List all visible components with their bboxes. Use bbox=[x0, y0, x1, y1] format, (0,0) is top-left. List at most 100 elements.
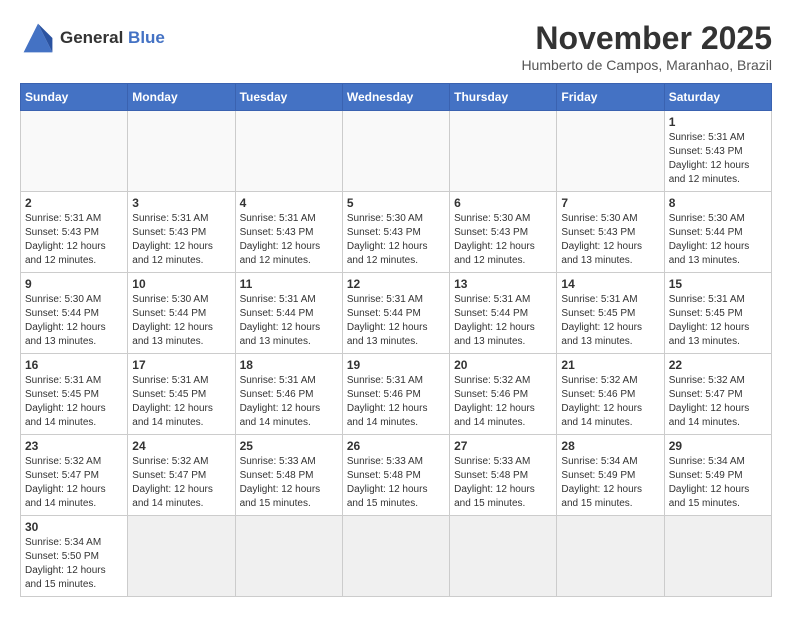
day-number: 27 bbox=[454, 439, 552, 453]
day-number: 3 bbox=[132, 196, 230, 210]
calendar-cell bbox=[342, 516, 449, 597]
day-number: 22 bbox=[669, 358, 767, 372]
calendar-cell bbox=[450, 516, 557, 597]
calendar-cell: 8Sunrise: 5:30 AM Sunset: 5:44 PM Daylig… bbox=[664, 192, 771, 273]
day-number: 18 bbox=[240, 358, 338, 372]
calendar-week-2: 2 Sunrise: 5:31 AM Sunset: 5:43 PM Daylig… bbox=[21, 192, 772, 273]
weekday-header-friday: Friday bbox=[557, 84, 664, 111]
day-number: 16 bbox=[25, 358, 123, 372]
day-number: 20 bbox=[454, 358, 552, 372]
day-number: 21 bbox=[561, 358, 659, 372]
calendar-cell bbox=[235, 516, 342, 597]
day-info: Sunrise: 5:31 AM Sunset: 5:44 PM Dayligh… bbox=[454, 293, 552, 349]
logo-line1: General bbox=[60, 28, 123, 47]
logo-icon bbox=[20, 20, 56, 56]
calendar-cell: 13 Sunrise: 5:31 AM Sunset: 5:44 PM Dayli… bbox=[450, 273, 557, 354]
calendar-cell: 18 Sunrise: 5:31 AM Sunset: 5:46 PM Dayli… bbox=[235, 354, 342, 435]
calendar-cell bbox=[342, 111, 449, 192]
month-year-title: November 2025 bbox=[521, 20, 772, 57]
calendar-cell: 28 Sunrise: 5:34 AM Sunset: 5:49 PM Dayli… bbox=[557, 435, 664, 516]
day-info: Sunrise: 5:32 AM Sunset: 5:46 PM Dayligh… bbox=[561, 374, 659, 430]
day-info: Sunrise: 5:31 AM Sunset: 5:45 PM Dayligh… bbox=[669, 293, 767, 349]
logo-line2: Blue bbox=[128, 28, 165, 47]
calendar-cell: 4Sunrise: 5:31 AM Sunset: 5:43 PM Daylig… bbox=[235, 192, 342, 273]
title-block: November 2025 Humberto de Campos, Maranh… bbox=[521, 20, 772, 73]
day-info: Sunrise: 5:31 AM Sunset: 5:45 PM Dayligh… bbox=[132, 374, 230, 430]
day-info: Sunrise: 5:31 AM Sunset: 5:43 PM Dayligh… bbox=[132, 212, 230, 268]
day-info: Sunrise: 5:33 AM Sunset: 5:48 PM Dayligh… bbox=[347, 455, 445, 511]
calendar-cell: 7 Sunrise: 5:30 AM Sunset: 5:43 PM Daylig… bbox=[557, 192, 664, 273]
day-info: Sunrise: 5:31 AM Sunset: 5:43 PM Dayligh… bbox=[25, 212, 123, 268]
day-number: 19 bbox=[347, 358, 445, 372]
calendar-cell: 10 Sunrise: 5:30 AM Sunset: 5:44 PM Dayli… bbox=[128, 273, 235, 354]
weekday-header-thursday: Thursday bbox=[450, 84, 557, 111]
day-number: 12 bbox=[347, 277, 445, 291]
weekday-header-tuesday: Tuesday bbox=[235, 84, 342, 111]
day-info: Sunrise: 5:32 AM Sunset: 5:47 PM Dayligh… bbox=[132, 455, 230, 511]
calendar-cell: 9Sunrise: 5:30 AM Sunset: 5:44 PM Daylig… bbox=[21, 273, 128, 354]
location-subtitle: Humberto de Campos, Maranhao, Brazil bbox=[521, 57, 772, 73]
day-info: Sunrise: 5:31 AM Sunset: 5:46 PM Dayligh… bbox=[240, 374, 338, 430]
calendar-cell: 12 Sunrise: 5:31 AM Sunset: 5:44 PM Dayli… bbox=[342, 273, 449, 354]
logo: General Blue bbox=[20, 20, 165, 56]
day-number: 13 bbox=[454, 277, 552, 291]
day-info: Sunrise: 5:34 AM Sunset: 5:50 PM Dayligh… bbox=[25, 536, 123, 592]
day-info: Sunrise: 5:30 AM Sunset: 5:44 PM Dayligh… bbox=[132, 293, 230, 349]
calendar-week-6: 30 Sunrise: 5:34 AM Sunset: 5:50 PM Dayli… bbox=[21, 516, 772, 597]
calendar-cell: 17 Sunrise: 5:31 AM Sunset: 5:45 PM Dayli… bbox=[128, 354, 235, 435]
calendar-cell bbox=[235, 111, 342, 192]
day-info: Sunrise: 5:31 AM Sunset: 5:44 PM Dayligh… bbox=[240, 293, 338, 349]
calendar-cell: 30 Sunrise: 5:34 AM Sunset: 5:50 PM Dayli… bbox=[21, 516, 128, 597]
day-info: Sunrise: 5:31 AM Sunset: 5:45 PM Dayligh… bbox=[25, 374, 123, 430]
calendar-cell: 24 Sunrise: 5:32 AM Sunset: 5:47 PM Dayli… bbox=[128, 435, 235, 516]
day-info: Sunrise: 5:31 AM Sunset: 5:43 PM Dayligh… bbox=[669, 131, 767, 187]
calendar-cell: 1 Sunrise: 5:31 AM Sunset: 5:43 PM Daylig… bbox=[664, 111, 771, 192]
calendar-week-1: 1 Sunrise: 5:31 AM Sunset: 5:43 PM Daylig… bbox=[21, 111, 772, 192]
day-number: 28 bbox=[561, 439, 659, 453]
day-info: Sunrise: 5:33 AM Sunset: 5:48 PM Dayligh… bbox=[454, 455, 552, 511]
day-info: Sunrise: 5:34 AM Sunset: 5:49 PM Dayligh… bbox=[669, 455, 767, 511]
calendar-cell: 26 Sunrise: 5:33 AM Sunset: 5:48 PM Dayli… bbox=[342, 435, 449, 516]
day-number: 1 bbox=[669, 115, 767, 129]
day-info: Sunrise: 5:30 AM Sunset: 5:43 PM Dayligh… bbox=[561, 212, 659, 268]
day-info: Sunrise: 5:31 AM Sunset: 5:43 PM Dayligh… bbox=[240, 212, 338, 268]
day-info: Sunrise: 5:30 AM Sunset: 5:43 PM Dayligh… bbox=[347, 212, 445, 268]
page-header: General Blue November 2025 Humberto de C… bbox=[20, 20, 772, 73]
day-number: 24 bbox=[132, 439, 230, 453]
calendar-table: SundayMondayTuesdayWednesdayThursdayFrid… bbox=[20, 83, 772, 597]
calendar-cell bbox=[557, 111, 664, 192]
day-number: 6 bbox=[454, 196, 552, 210]
day-number: 5 bbox=[347, 196, 445, 210]
calendar-week-5: 23Sunrise: 5:32 AM Sunset: 5:47 PM Dayli… bbox=[21, 435, 772, 516]
day-number: 26 bbox=[347, 439, 445, 453]
calendar-cell: 27 Sunrise: 5:33 AM Sunset: 5:48 PM Dayli… bbox=[450, 435, 557, 516]
day-number: 9 bbox=[25, 277, 123, 291]
day-number: 2 bbox=[25, 196, 123, 210]
day-number: 10 bbox=[132, 277, 230, 291]
day-info: Sunrise: 5:30 AM Sunset: 5:43 PM Dayligh… bbox=[454, 212, 552, 268]
calendar-cell: 22Sunrise: 5:32 AM Sunset: 5:47 PM Dayli… bbox=[664, 354, 771, 435]
day-info: Sunrise: 5:31 AM Sunset: 5:44 PM Dayligh… bbox=[347, 293, 445, 349]
day-info: Sunrise: 5:31 AM Sunset: 5:45 PM Dayligh… bbox=[561, 293, 659, 349]
logo-text: General Blue bbox=[60, 29, 165, 48]
day-info: Sunrise: 5:31 AM Sunset: 5:46 PM Dayligh… bbox=[347, 374, 445, 430]
day-info: Sunrise: 5:33 AM Sunset: 5:48 PM Dayligh… bbox=[240, 455, 338, 511]
calendar-cell: 23Sunrise: 5:32 AM Sunset: 5:47 PM Dayli… bbox=[21, 435, 128, 516]
day-number: 17 bbox=[132, 358, 230, 372]
calendar-cell: 20 Sunrise: 5:32 AM Sunset: 5:46 PM Dayli… bbox=[450, 354, 557, 435]
day-number: 7 bbox=[561, 196, 659, 210]
day-number: 15 bbox=[669, 277, 767, 291]
day-info: Sunrise: 5:34 AM Sunset: 5:49 PM Dayligh… bbox=[561, 455, 659, 511]
calendar-cell: 19 Sunrise: 5:31 AM Sunset: 5:46 PM Dayli… bbox=[342, 354, 449, 435]
day-info: Sunrise: 5:32 AM Sunset: 5:47 PM Dayligh… bbox=[25, 455, 123, 511]
calendar-cell: 14Sunrise: 5:31 AM Sunset: 5:45 PM Dayli… bbox=[557, 273, 664, 354]
calendar-cell bbox=[557, 516, 664, 597]
day-info: Sunrise: 5:32 AM Sunset: 5:46 PM Dayligh… bbox=[454, 374, 552, 430]
calendar-cell bbox=[664, 516, 771, 597]
calendar-cell: 29Sunrise: 5:34 AM Sunset: 5:49 PM Dayli… bbox=[664, 435, 771, 516]
calendar-cell: 5 Sunrise: 5:30 AM Sunset: 5:43 PM Daylig… bbox=[342, 192, 449, 273]
day-number: 30 bbox=[25, 520, 123, 534]
day-info: Sunrise: 5:30 AM Sunset: 5:44 PM Dayligh… bbox=[669, 212, 767, 268]
weekday-header-sunday: Sunday bbox=[21, 84, 128, 111]
calendar-cell: 16 Sunrise: 5:31 AM Sunset: 5:45 PM Dayli… bbox=[21, 354, 128, 435]
